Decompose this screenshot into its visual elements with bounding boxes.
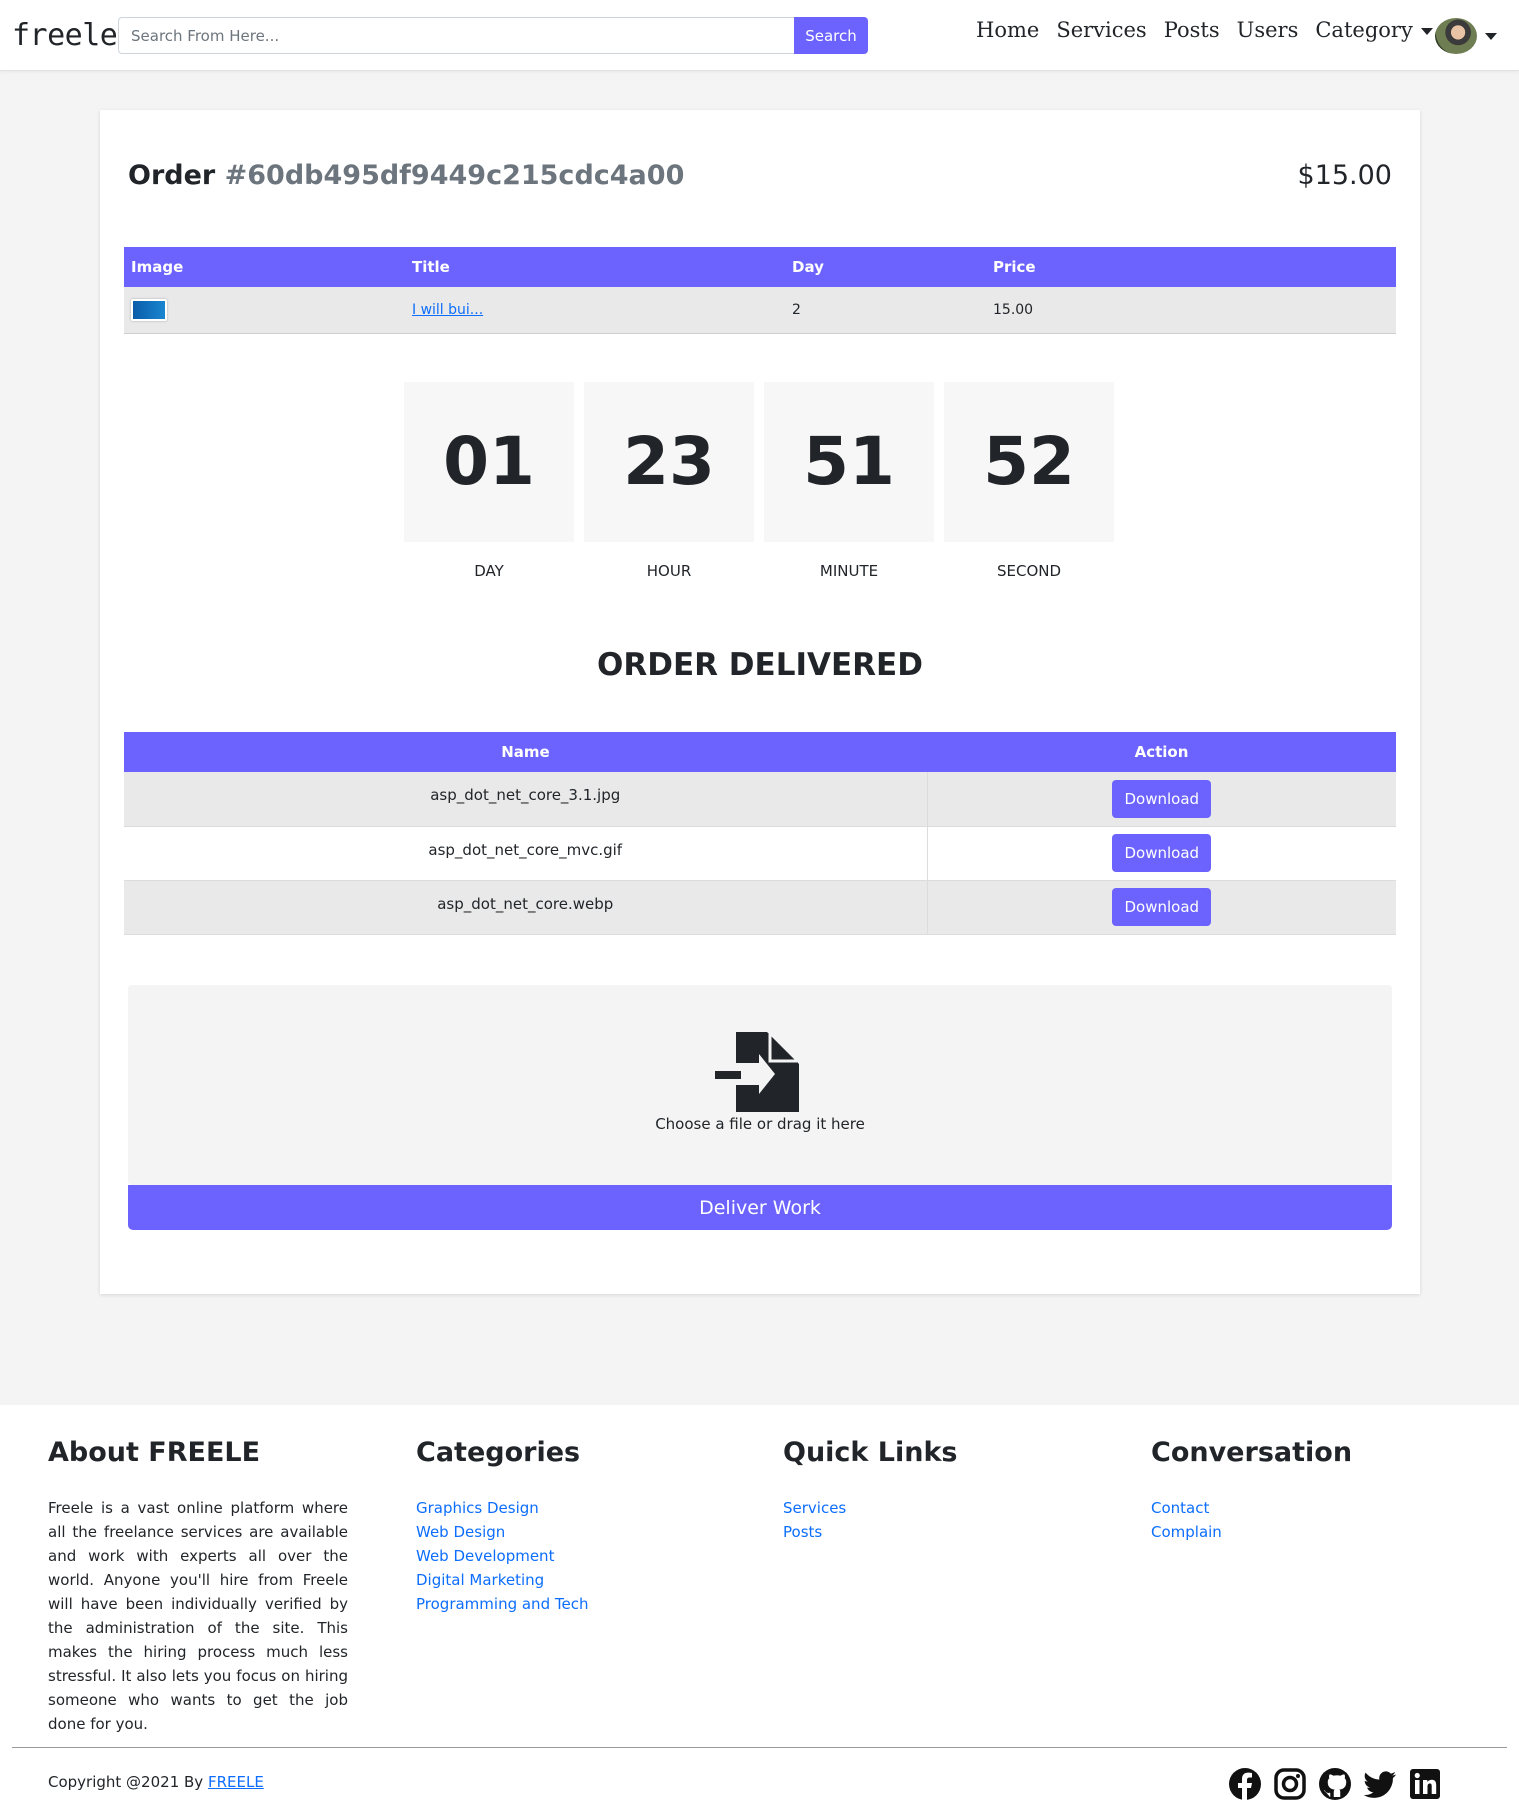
github-icon[interactable] bbox=[1318, 1767, 1352, 1801]
footer-link-complain[interactable]: Complain bbox=[1151, 1520, 1451, 1544]
delivery-status-heading: ORDER DELIVERED bbox=[597, 647, 923, 683]
dropzone-text: Choose a file or drag it here bbox=[655, 1115, 865, 1133]
col-header-title: Title bbox=[405, 247, 785, 287]
chevron-down-icon bbox=[1420, 28, 1433, 35]
countdown-label: HOUR bbox=[646, 562, 692, 580]
nav-posts[interactable]: Posts bbox=[1164, 18, 1220, 42]
user-menu[interactable] bbox=[1435, 18, 1497, 54]
copyright: Copyright @2021 By FREELE bbox=[48, 1773, 264, 1791]
search-input[interactable] bbox=[118, 17, 794, 54]
countdown-value: 23 bbox=[584, 382, 754, 542]
col-header-price: Price bbox=[986, 247, 1396, 287]
file-dropzone[interactable]: Choose a file or drag it here bbox=[128, 985, 1392, 1185]
footer: About FREELE Freele is a vast online pla… bbox=[0, 1405, 1519, 1808]
order-label: Order bbox=[128, 160, 216, 191]
countdown-value: 01 bbox=[404, 382, 574, 542]
chevron-down-icon bbox=[1485, 32, 1497, 40]
order-items-table: Image Title Day Price I will bui... 2 15… bbox=[124, 247, 1396, 334]
nav-home[interactable]: Home bbox=[976, 18, 1039, 42]
countdown-value: 52 bbox=[944, 382, 1114, 542]
col-header-image: Image bbox=[124, 247, 405, 287]
footer-link-graphics-design[interactable]: Graphics Design bbox=[416, 1496, 716, 1520]
delivered-files-table: Name Action asp_dot_net_core_3.1.jpg Dow… bbox=[124, 732, 1396, 935]
footer-link-contact[interactable]: Contact bbox=[1151, 1496, 1451, 1520]
linkedin-icon[interactable] bbox=[1408, 1767, 1442, 1801]
footer-about-text: Freele is a vast online platform where a… bbox=[48, 1499, 348, 1733]
footer-link-web-design[interactable]: Web Design bbox=[416, 1520, 716, 1544]
download-button[interactable]: Download bbox=[1112, 888, 1212, 926]
footer-link-posts[interactable]: Posts bbox=[783, 1520, 1083, 1544]
search-button[interactable]: Search bbox=[794, 17, 868, 54]
footer-conversation-title: Conversation bbox=[1151, 1437, 1353, 1468]
copyright-link[interactable]: FREELE bbox=[208, 1773, 264, 1791]
file-name: asp_dot_net_core_mvc.gif bbox=[124, 826, 928, 881]
navbar: freele Search Home Services Posts Users … bbox=[0, 0, 1519, 71]
countdown-label: SECOND bbox=[996, 562, 1062, 580]
avatar[interactable] bbox=[1435, 18, 1477, 54]
footer-about-title: About FREELE bbox=[48, 1437, 261, 1468]
nav-category-dropdown[interactable]: Category bbox=[1315, 18, 1433, 42]
footer-divider bbox=[12, 1747, 1507, 1748]
table-row: asp_dot_net_core.webp Download bbox=[124, 880, 1396, 935]
copyright-text: Copyright @2021 By bbox=[48, 1773, 204, 1791]
footer-link-web-development[interactable]: Web Development bbox=[416, 1544, 716, 1568]
order-total: $15.00 bbox=[1297, 160, 1392, 191]
order-card: Order #60db495df9449c215cdc4a00 $15.00 I… bbox=[100, 110, 1420, 1294]
download-button[interactable]: Download bbox=[1112, 834, 1212, 872]
table-row: asp_dot_net_core_mvc.gif Download bbox=[124, 826, 1396, 881]
table-row: asp_dot_net_core_3.1.jpg Download bbox=[124, 772, 1396, 827]
footer-categories-title: Categories bbox=[416, 1437, 581, 1468]
countdown-label: DAY bbox=[474, 562, 504, 580]
countdown-label: MINUTE bbox=[819, 562, 879, 580]
item-price: 15.00 bbox=[986, 287, 1396, 334]
instagram-icon[interactable] bbox=[1273, 1767, 1307, 1801]
table-row: I will bui... 2 15.00 bbox=[124, 287, 1396, 334]
file-name: asp_dot_net_core_3.1.jpg bbox=[124, 772, 928, 827]
countdown-minute: 51 MINUTE bbox=[764, 382, 934, 580]
footer-about: About FREELE Freele is a vast online pla… bbox=[48, 1437, 348, 1736]
footer-categories: Categories Graphics Design Web Design We… bbox=[416, 1437, 716, 1616]
footer-quick-links: Quick Links Services Posts bbox=[783, 1437, 1083, 1544]
nav-links: Home Services Posts Users Category bbox=[976, 18, 1450, 42]
nav-services[interactable]: Services bbox=[1056, 18, 1146, 42]
search-form: Search bbox=[118, 17, 868, 54]
item-day: 2 bbox=[785, 287, 986, 334]
social-links bbox=[1228, 1767, 1453, 1801]
twitter-icon[interactable] bbox=[1363, 1767, 1397, 1801]
deliver-work-button[interactable]: Deliver Work bbox=[128, 1185, 1392, 1230]
col-header-action: Action bbox=[927, 732, 1396, 772]
file-import-icon bbox=[715, 1032, 799, 1112]
nav-category-label: Category bbox=[1315, 18, 1413, 42]
countdown-second: 52 SECOND bbox=[944, 382, 1114, 580]
footer-conversation: Conversation Contact Complain bbox=[1151, 1437, 1451, 1544]
col-header-name: Name bbox=[124, 732, 927, 772]
service-thumbnail bbox=[131, 298, 167, 321]
facebook-icon[interactable] bbox=[1228, 1767, 1262, 1801]
countdown-value: 51 bbox=[764, 382, 934, 542]
order-id: #60db495df9449c215cdc4a00 bbox=[224, 160, 685, 191]
col-header-day: Day bbox=[785, 247, 986, 287]
footer-link-services[interactable]: Services bbox=[783, 1496, 1083, 1520]
countdown-hour: 23 HOUR bbox=[584, 382, 754, 580]
footer-link-programming-tech[interactable]: Programming and Tech bbox=[416, 1592, 716, 1616]
download-button[interactable]: Download bbox=[1112, 779, 1212, 818]
service-title-link[interactable]: I will bui... bbox=[412, 302, 483, 318]
order-title: Order #60db495df9449c215cdc4a00 bbox=[128, 160, 684, 191]
brand-logo[interactable]: freele bbox=[12, 18, 118, 53]
footer-link-digital-marketing[interactable]: Digital Marketing bbox=[416, 1568, 716, 1592]
countdown-timer: 01 DAY 23 HOUR 51 MINUTE 52 SECOND bbox=[404, 382, 1124, 580]
countdown-day: 01 DAY bbox=[404, 382, 574, 580]
file-name: asp_dot_net_core.webp bbox=[124, 880, 928, 935]
nav-users[interactable]: Users bbox=[1237, 18, 1299, 42]
footer-quick-title: Quick Links bbox=[783, 1437, 958, 1468]
